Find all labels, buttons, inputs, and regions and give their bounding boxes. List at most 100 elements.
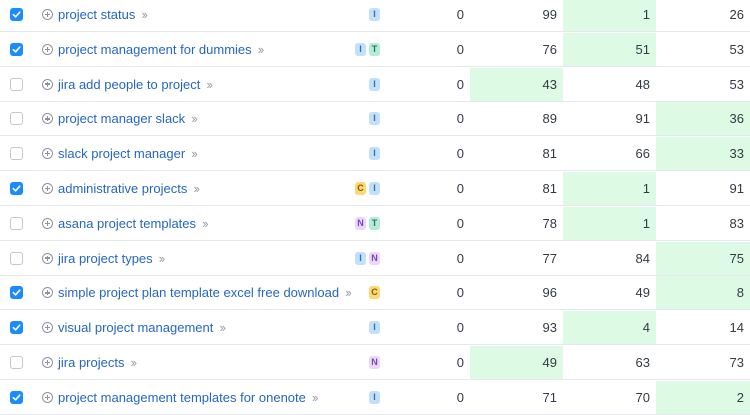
keyword-link[interactable]: simple project plan template excel free … (58, 285, 339, 300)
row-checkbox[interactable] (10, 42, 23, 56)
row-checkbox[interactable] (10, 321, 23, 335)
add-plus-icon[interactable] (42, 43, 53, 55)
intent-badge: T (369, 42, 380, 56)
double-chevron-right-icon[interactable]: ›› (193, 181, 200, 196)
col-1-value: 0 (380, 0, 470, 31)
row-checkbox[interactable] (10, 356, 23, 369)
keyword-link[interactable]: administrative projects (58, 181, 187, 196)
add-plus-icon[interactable] (42, 357, 53, 368)
intent-badge: I (369, 77, 380, 91)
add-plus-icon[interactable] (42, 113, 53, 125)
keyword-link[interactable]: slack project manager (58, 146, 185, 161)
cell-value: 76 (542, 41, 557, 57)
intent-cell: I (340, 0, 380, 31)
cell-value: 48 (635, 76, 650, 92)
intent-badge: I (369, 147, 380, 161)
keyword-cell: asana project templates ›› (42, 207, 342, 240)
keyword-link[interactable]: jira add people to project (58, 77, 200, 92)
intent-badge: I (369, 321, 380, 335)
intent-cell: IN (340, 242, 380, 275)
row-checkbox[interactable] (10, 286, 23, 300)
col-4-value: 91 (656, 172, 750, 205)
col-3-value: 48 (563, 68, 656, 101)
double-chevron-right-icon[interactable]: ›› (191, 146, 198, 161)
row-checkbox-cell (10, 137, 34, 170)
row-checkbox[interactable] (10, 112, 23, 126)
double-chevron-right-icon[interactable]: ›› (141, 7, 148, 22)
intent-badge: I (369, 390, 380, 404)
cell-value: 2 (736, 389, 744, 405)
col-2-value: 71 (470, 381, 563, 414)
double-chevron-right-icon[interactable]: ›› (258, 42, 265, 57)
col-1-value: 0 (380, 242, 470, 275)
row-checkbox-cell (10, 68, 34, 101)
cell-value: 0 (456, 41, 464, 57)
col-2-value: 49 (470, 346, 563, 379)
add-plus-icon[interactable] (42, 9, 53, 20)
row-checkbox[interactable] (10, 147, 23, 161)
keyword-link[interactable]: visual project management (58, 320, 213, 335)
cell-value: 84 (635, 250, 650, 266)
cell-value: 63 (635, 355, 650, 370)
col-2-value: 93 (470, 311, 563, 344)
table-row: asana project templates ›› N T 0 78 1 83 (0, 206, 750, 241)
add-plus-icon[interactable] (42, 287, 53, 299)
keyword-table: project status ›› I 0 99 1 26 project manageme… (0, 0, 750, 415)
add-plus-icon[interactable] (42, 391, 53, 403)
cell-value: 53 (729, 76, 744, 92)
double-chevron-right-icon[interactable]: ›› (312, 390, 319, 405)
col-1-value: 0 (380, 381, 470, 414)
row-checkbox[interactable] (10, 77, 23, 91)
cell-value: 14 (729, 320, 744, 336)
intent-badge: N (369, 356, 380, 369)
double-chevron-right-icon[interactable]: ›› (206, 77, 213, 92)
col-2-value: 99 (470, 0, 563, 31)
row-checkbox[interactable] (10, 182, 23, 195)
col-1-value: 0 (380, 346, 470, 379)
col-4-value: 8 (656, 276, 750, 310)
double-chevron-right-icon[interactable]: ›› (202, 216, 209, 231)
cell-value: 49 (635, 285, 650, 301)
double-chevron-right-icon[interactable]: ›› (219, 320, 226, 335)
row-checkbox[interactable] (10, 251, 23, 265)
row-checkbox-cell (10, 172, 34, 205)
add-plus-icon[interactable] (42, 217, 53, 229)
col-4-value: 33 (656, 137, 750, 171)
keyword-link[interactable]: jira project types (58, 251, 153, 266)
intent-cell: I (340, 68, 380, 101)
keyword-link[interactable]: project management for dummies (58, 42, 252, 57)
col-3-value: 49 (563, 276, 656, 309)
keyword-link[interactable]: project status (58, 7, 135, 22)
col-4-value: 53 (656, 33, 750, 66)
keyword-cell: jira add people to project ›› (42, 68, 342, 101)
add-plus-icon[interactable] (42, 183, 53, 194)
row-checkbox-cell (10, 102, 34, 135)
intent-badge: I (355, 42, 366, 56)
cell-value: 1 (642, 181, 650, 196)
add-plus-icon[interactable] (42, 322, 53, 334)
double-chevron-right-icon[interactable]: ›› (159, 251, 166, 266)
col-3-value: 1 (563, 172, 656, 205)
cell-value: 51 (635, 41, 650, 57)
add-plus-icon[interactable] (42, 148, 53, 160)
keyword-cell: visual project management ›› (42, 311, 342, 344)
double-chevron-right-icon[interactable]: ›› (130, 355, 137, 370)
double-chevron-right-icon[interactable]: ›› (191, 111, 198, 126)
row-checkbox[interactable] (10, 390, 23, 404)
col-4-value: 36 (656, 102, 750, 136)
intent-badge: T (369, 216, 380, 230)
cell-value: 77 (542, 250, 557, 266)
keyword-link[interactable]: asana project templates (58, 216, 196, 231)
cell-value: 1 (642, 215, 650, 231)
keyword-link[interactable]: jira projects (58, 355, 124, 370)
table-row: jira add people to project ›› I 0 43 48 53 (0, 67, 750, 102)
col-4-value: 83 (656, 207, 750, 240)
add-plus-icon[interactable] (42, 78, 53, 90)
keyword-link[interactable]: project management templates for onenote (58, 390, 306, 405)
add-plus-icon[interactable] (42, 252, 53, 264)
table-row: administrative projects ›› C I 0 81 1 91 (0, 172, 750, 206)
col-1-value: 0 (380, 207, 470, 240)
keyword-link[interactable]: project manager slack (58, 111, 185, 126)
row-checkbox[interactable] (10, 8, 23, 21)
row-checkbox[interactable] (10, 216, 23, 230)
